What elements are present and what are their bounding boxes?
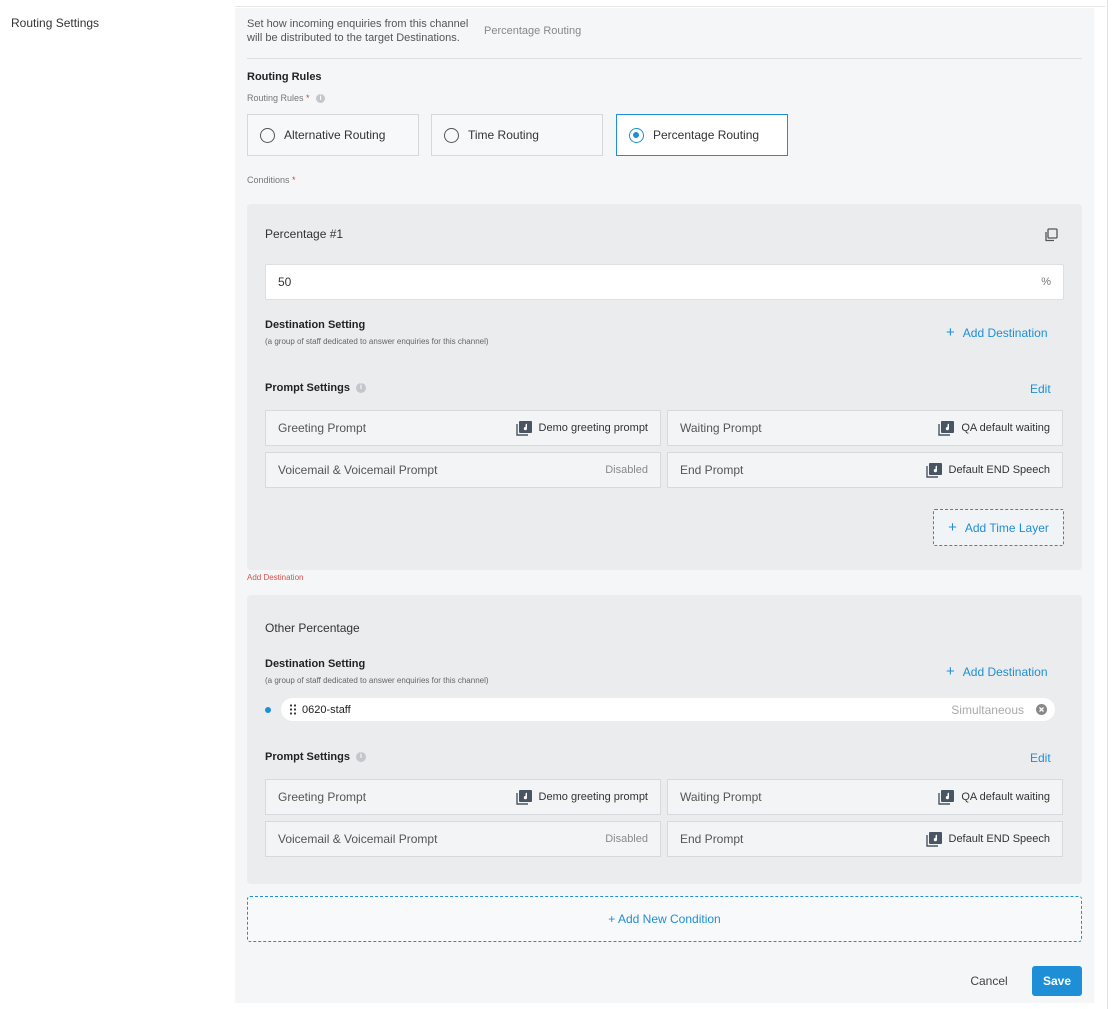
required-mark: * xyxy=(306,93,310,103)
radio-alternative-routing[interactable]: Alternative Routing xyxy=(247,114,419,156)
prompt-label: Waiting Prompt xyxy=(680,790,762,804)
save-button[interactable]: Save xyxy=(1032,966,1082,996)
voicemail-prompt-cell[interactable]: Voicemail & Voicemail Prompt Disabled xyxy=(265,821,661,857)
plus-icon: + xyxy=(946,324,955,341)
routing-rules-label-text: Routing Rules xyxy=(247,93,304,103)
destination-setting-subtitle: (a group of staff dedicated to answer en… xyxy=(265,337,489,346)
radio-percentage-routing[interactable]: Percentage Routing xyxy=(616,114,788,156)
staff-name: 0620-staff xyxy=(302,703,351,716)
drag-handle-icon[interactable] xyxy=(289,704,297,715)
copy-icon[interactable] xyxy=(1044,228,1058,242)
add-destination-label: Add Destination xyxy=(962,665,1048,679)
prompt-value-text: QA default waiting xyxy=(961,422,1050,434)
waiting-prompt-cell[interactable]: Waiting Prompt QA default waiting xyxy=(667,410,1063,446)
prompt-value: QA default waiting xyxy=(938,420,1050,436)
radio-label: Alternative Routing xyxy=(284,128,386,142)
prompt-value: Demo greeting prompt xyxy=(515,420,648,436)
percentage-card-title: Percentage #1 xyxy=(265,227,344,241)
music-library-icon xyxy=(925,462,942,478)
music-library-icon xyxy=(938,789,955,805)
prompt-value-disabled: Disabled xyxy=(605,464,648,476)
add-new-condition-button[interactable]: + Add New Condition xyxy=(247,896,1082,942)
prompt-value: Demo greeting prompt xyxy=(515,789,648,805)
greeting-prompt-cell[interactable]: Greeting Prompt Demo greeting prompt xyxy=(265,410,661,446)
end-prompt-cell[interactable]: End Prompt Default END Speech xyxy=(667,452,1063,488)
radio-selected-icon xyxy=(629,127,644,143)
routing-current-value: Percentage Routing xyxy=(484,25,582,37)
staff-right: Simultaneous xyxy=(951,703,1047,717)
prompt-label: End Prompt xyxy=(680,463,744,477)
radio-label: Percentage Routing xyxy=(653,128,760,142)
prompt-value-text: Default END Speech xyxy=(948,833,1051,845)
info-icon[interactable]: i xyxy=(355,383,366,393)
remove-circle-icon[interactable] xyxy=(1036,704,1047,715)
radio-time-routing[interactable]: Time Routing xyxy=(431,114,603,156)
music-library-icon xyxy=(938,420,955,436)
prompt-label: End Prompt xyxy=(680,832,744,846)
prompt-value-text: QA default waiting xyxy=(961,791,1050,803)
prompt-value-text: Demo greeting prompt xyxy=(538,791,648,803)
required-mark: * xyxy=(292,175,296,185)
plus-icon: + xyxy=(948,518,957,536)
destination-setting-title: Destination Setting xyxy=(265,319,366,331)
conditions-label-text: Conditions xyxy=(247,175,290,185)
prompt-value: Default END Speech xyxy=(925,462,1051,478)
prompt-label: Greeting Prompt xyxy=(278,790,367,804)
header-divider xyxy=(247,58,1082,59)
destination-setting-title: Destination Setting xyxy=(265,658,366,670)
add-destination-label: Add Destination xyxy=(962,326,1048,340)
panel-top-divider xyxy=(235,6,1105,7)
music-library-icon xyxy=(515,420,532,436)
greeting-prompt-cell[interactable]: Greeting Prompt Demo greeting prompt xyxy=(265,779,661,815)
percentage-input[interactable]: 50 % xyxy=(265,264,1064,300)
end-prompt-cell[interactable]: End Prompt Default END Speech xyxy=(667,821,1063,857)
staff-left: 0620-staff xyxy=(289,704,351,716)
waiting-prompt-cell[interactable]: Waiting Prompt QA default waiting xyxy=(667,779,1063,815)
prompt-value: QA default waiting xyxy=(938,789,1050,805)
radio-circle-icon xyxy=(260,127,275,143)
prompt-value: Default END Speech xyxy=(925,831,1051,847)
destination-setting-subtitle: (a group of staff dedicated to answer en… xyxy=(265,676,489,685)
prompt-value-text: Default END Speech xyxy=(948,464,1051,476)
add-destination-button[interactable]: + Add Destination xyxy=(946,324,1048,341)
radio-label: Time Routing xyxy=(468,128,539,142)
percentage-unit: % xyxy=(1041,276,1051,288)
info-icon[interactable]: i xyxy=(316,94,326,103)
add-destination-button[interactable]: + Add Destination xyxy=(946,663,1048,680)
prompt-label: Voicemail & Voicemail Prompt xyxy=(278,832,438,846)
cancel-button[interactable]: Cancel xyxy=(958,966,1020,996)
other-percentage-title: Other Percentage xyxy=(265,621,360,635)
radio-circle-icon xyxy=(444,127,459,143)
prompt-settings-title: Prompt Settings i xyxy=(265,382,366,394)
voicemail-prompt-cell[interactable]: Voicemail & Voicemail Prompt Disabled xyxy=(265,452,661,488)
prompt-label: Greeting Prompt xyxy=(278,421,367,435)
add-time-layer-label: Add Time Layer xyxy=(964,520,1049,535)
prompt-label: Voicemail & Voicemail Prompt xyxy=(278,463,438,477)
routing-rules-heading: Routing Rules xyxy=(247,71,322,83)
routing-settings-label: Routing Settings xyxy=(11,16,100,30)
plus-icon: + xyxy=(946,663,955,680)
prompt-value-disabled: Disabled xyxy=(605,833,648,845)
prompt-settings-title: Prompt Settings i xyxy=(265,751,366,763)
prompt-value-text: Demo greeting prompt xyxy=(538,422,648,434)
add-time-layer-button[interactable]: + Add Time Layer xyxy=(933,509,1064,546)
percentage-value: 50 xyxy=(278,275,292,289)
info-icon[interactable]: i xyxy=(355,752,366,762)
music-library-icon xyxy=(925,831,942,847)
staff-mode: Simultaneous xyxy=(951,702,1024,717)
destination-staff-item[interactable]: 0620-staff Simultaneous xyxy=(281,698,1055,721)
edit-prompt-button[interactable]: Edit xyxy=(1030,382,1051,396)
prompt-settings-label: Prompt Settings xyxy=(265,382,350,394)
routing-rules-field-label: Routing Rules * i xyxy=(247,93,326,103)
prompt-settings-label: Prompt Settings xyxy=(265,751,350,763)
destination-error-message: Add Destination xyxy=(247,573,304,582)
page-scrollbar-track[interactable] xyxy=(1107,0,1108,1009)
routing-description: Set how incoming enquiries from this cha… xyxy=(247,18,469,44)
conditions-label: Conditions * xyxy=(247,175,296,185)
bullet-dot-icon xyxy=(265,707,271,713)
edit-prompt-button[interactable]: Edit xyxy=(1030,751,1051,765)
music-library-icon xyxy=(515,789,532,805)
prompt-label: Waiting Prompt xyxy=(680,421,762,435)
